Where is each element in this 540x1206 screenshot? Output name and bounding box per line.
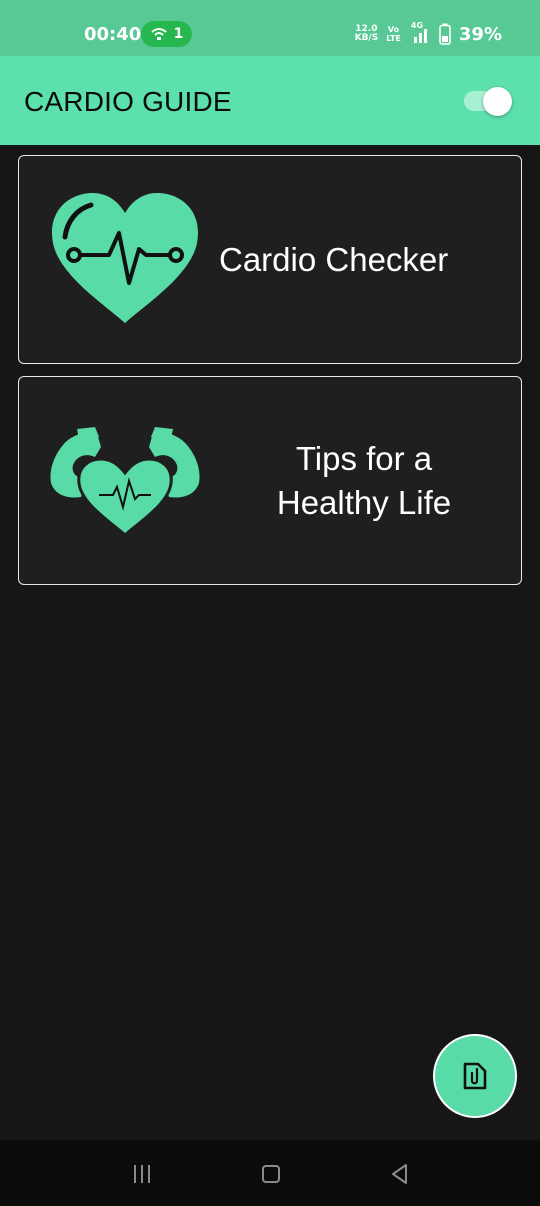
attach-file-button[interactable]: [433, 1034, 517, 1118]
status-icons: 12.0 KB/S Vo LTE 4G 39%: [355, 20, 502, 48]
net-speed-unit: KB/S: [354, 33, 379, 43]
home-icon[interactable]: [257, 1160, 285, 1188]
battery-icon: [439, 23, 451, 45]
healthy-tips-card[interactable]: Tips for a Healthy Life: [18, 376, 522, 585]
hotspot-icon: [150, 28, 167, 40]
strong-heart-icon: [50, 427, 200, 537]
signal-indicator: 4G: [409, 21, 431, 45]
battery-percent: 39%: [458, 23, 502, 45]
file-attachment-icon: [463, 1062, 487, 1090]
signal-icon: [413, 29, 427, 43]
heart-pulse-icon: [52, 193, 198, 323]
page-title: CARDIO GUIDE: [24, 86, 232, 117]
volte-top: Vo: [387, 25, 400, 34]
healthy-tips-label-line1: Tips for a: [295, 440, 433, 477]
volte-bottom: LTE: [386, 34, 401, 43]
net-speed: 12.0 KB/S: [355, 25, 379, 43]
healthy-tips-label: Tips for a Healthy Life: [229, 437, 499, 525]
healthy-tips-label-line2: Healthy Life: [276, 484, 452, 521]
system-nav-bar: [0, 1140, 540, 1206]
back-icon[interactable]: [386, 1160, 414, 1188]
volte-indicator: Vo LTE: [386, 25, 401, 43]
menu-icon[interactable]: [128, 1160, 156, 1188]
theme-toggle[interactable]: [464, 87, 512, 116]
hotspot-count: 1: [173, 26, 184, 42]
toggle-thumb: [483, 87, 512, 116]
status-bar: 00:40 1 12.0 KB/S Vo LTE 4G 39%: [0, 0, 540, 56]
cardio-checker-card[interactable]: Cardio Checker: [18, 155, 522, 364]
cardio-checker-label: Cardio Checker: [219, 241, 449, 278]
hotspot-indicator: 1: [141, 21, 192, 47]
status-time: 00:40: [84, 24, 142, 45]
